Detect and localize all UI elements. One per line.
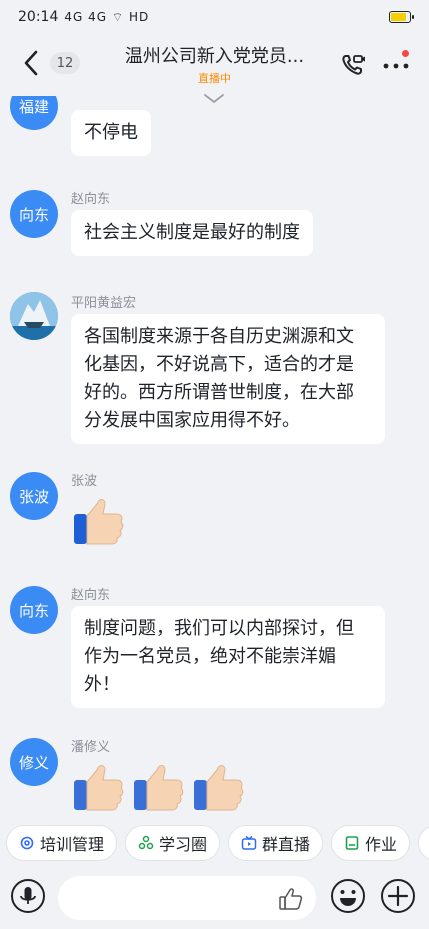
input-bar bbox=[0, 870, 429, 929]
message-line: 各国制度来源于各自历史渊源和文 bbox=[84, 326, 354, 347]
thumbs-up-icon bbox=[134, 765, 184, 811]
unread-count-badge[interactable]: 12 bbox=[50, 52, 80, 74]
notification-dot bbox=[402, 50, 409, 57]
status-bar: 20:14 4G 4G ⌔ HD bbox=[0, 0, 429, 34]
signal-icons: 4G 4G ⌔ HD bbox=[64, 9, 150, 24]
message-line: 化基因，不好说高下，适合的才是 bbox=[84, 354, 354, 375]
live-status: 直播中 bbox=[198, 72, 231, 85]
sender-name: 平阳黄益宏 bbox=[71, 296, 137, 311]
back-button[interactable] bbox=[18, 50, 44, 76]
more-dots-icon bbox=[383, 63, 409, 69]
chevron-left-icon bbox=[24, 50, 38, 76]
tv-icon bbox=[241, 835, 257, 850]
chip-group-live[interactable]: 群直播 bbox=[228, 825, 324, 861]
message-bubble[interactable]: 制度问题，我们可以内部探讨，但 作为一名党员，绝对不能崇洋媚 外！ bbox=[71, 606, 385, 708]
chip-label: 培训管理 bbox=[40, 835, 105, 854]
sender-name: 赵向东 bbox=[71, 192, 111, 207]
avatar[interactable]: 修义 bbox=[10, 738, 58, 786]
thumbs-up-icon bbox=[74, 765, 124, 811]
message-bubble[interactable]: 社会主义制度是最好的制度 bbox=[71, 210, 313, 256]
avatar[interactable]: 向东 bbox=[10, 190, 58, 238]
thumbs-up-icon bbox=[74, 499, 124, 545]
sticker-thumbs-up[interactable] bbox=[71, 494, 125, 546]
chip-label: 作业 bbox=[365, 835, 398, 854]
microphone-icon[interactable] bbox=[10, 878, 46, 914]
avatar[interactable]: 向东 bbox=[10, 586, 58, 634]
avatar[interactable]: 张波 bbox=[10, 472, 58, 520]
thumbs-up-icon bbox=[194, 765, 244, 811]
status-time: 20:14 bbox=[18, 9, 59, 25]
chat-messages[interactable]: 福建 不停电 向东 赵向东 社会主义制度是最好的制度 平阳黄益宏 各国制度来源于… bbox=[0, 96, 429, 816]
gear-icon bbox=[20, 836, 34, 850]
message-line: 制度问题，我们可以内部探讨，但 bbox=[84, 618, 354, 639]
message-bubble[interactable]: 不停电 bbox=[71, 110, 151, 156]
message-line: 作为一名党员，绝对不能崇洋媚 bbox=[84, 646, 336, 667]
more-button[interactable] bbox=[381, 50, 411, 74]
message-line: 分发展中国家应用得不好。 bbox=[84, 410, 300, 431]
chip-homework[interactable]: 作业 bbox=[331, 825, 411, 861]
sticker-thumbs-up[interactable] bbox=[71, 760, 245, 812]
chat-title: 温州公司新入党党员... bbox=[124, 46, 305, 67]
message-bubble[interactable]: 各国制度来源于各自历史渊源和文 化基因，不好说高下，适合的才是 好的。西方所谓普… bbox=[71, 314, 385, 444]
sender-name: 潘修义 bbox=[71, 740, 111, 755]
thumbs-up-outline-icon[interactable] bbox=[278, 886, 304, 912]
plus-icon[interactable] bbox=[380, 878, 416, 914]
sender-name: 张波 bbox=[71, 474, 98, 489]
avatar-image bbox=[10, 292, 58, 340]
chip-files[interactable] bbox=[418, 825, 429, 861]
chip-label: 群直播 bbox=[262, 835, 311, 854]
chat-title-block[interactable]: 温州公司新入党党员... 直播中 bbox=[100, 42, 329, 86]
battery-icon bbox=[389, 11, 414, 23]
sender-name: 赵向东 bbox=[71, 588, 111, 603]
chip-learning-circle[interactable]: 学习圈 bbox=[125, 825, 221, 861]
avatar[interactable]: 福建 bbox=[10, 96, 58, 130]
quick-action-bar: 培训管理 学习圈 群直播 作业 bbox=[0, 818, 429, 868]
circle-icon bbox=[138, 835, 154, 850]
phone-call-icon[interactable] bbox=[339, 51, 367, 79]
message-line: 好的。西方所谓普世制度，在大部 bbox=[84, 382, 354, 403]
notebook-icon bbox=[345, 836, 359, 850]
message-line: 外！ bbox=[84, 674, 120, 695]
chat-header: 12 温州公司新入党党员... 直播中 bbox=[0, 34, 429, 92]
chip-label: 学习圈 bbox=[159, 835, 208, 854]
avatar[interactable] bbox=[10, 292, 58, 340]
chip-training-management[interactable]: 培训管理 bbox=[6, 825, 118, 861]
emoji-icon[interactable] bbox=[330, 878, 366, 914]
